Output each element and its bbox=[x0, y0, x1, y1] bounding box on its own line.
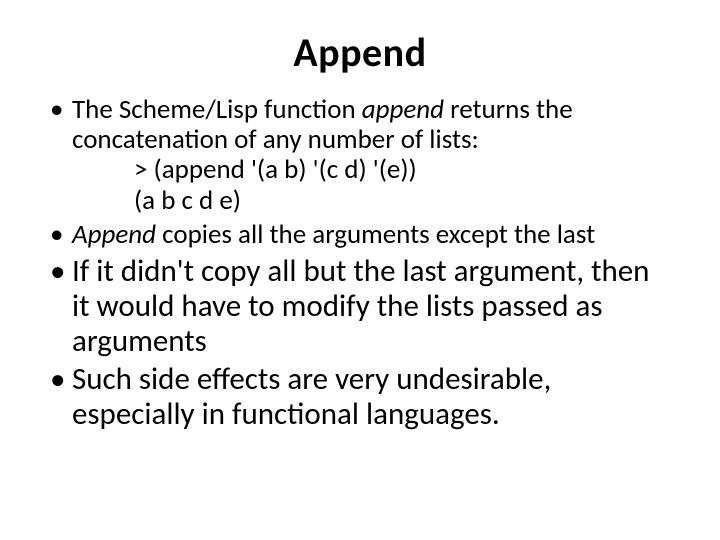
bullet-item-1: The Scheme/Lisp function append returns … bbox=[50, 95, 670, 216]
bullet-item-4: Such side effects are very undesirable, … bbox=[50, 362, 670, 431]
slide-title: Append bbox=[50, 28, 670, 77]
bullet-2-em: Append bbox=[72, 218, 156, 251]
bullet-1-text-pre: The Scheme/Lisp function bbox=[72, 93, 362, 126]
bullet-2-text-post: copies all the arguments except the last bbox=[156, 218, 595, 251]
slide: Append The Scheme/Lisp function append r… bbox=[0, 0, 720, 540]
bullet-1-code-line-1: > (append '(a b) '(c d) '(e)) bbox=[72, 155, 670, 185]
bullet-item-3: If it didn't copy all but the last argum… bbox=[50, 254, 670, 358]
bullet-3-text: If it didn't copy all but the last argum… bbox=[72, 252, 649, 359]
bullet-list: The Scheme/Lisp function append returns … bbox=[50, 95, 670, 432]
bullet-1-em: append bbox=[362, 93, 444, 126]
bullet-item-2: Append copies all the arguments except t… bbox=[50, 220, 670, 250]
bullet-1-code-line-2: (a b c d e) bbox=[72, 186, 670, 216]
bullet-4-text: Such side effects are very undesirable, … bbox=[72, 360, 551, 433]
